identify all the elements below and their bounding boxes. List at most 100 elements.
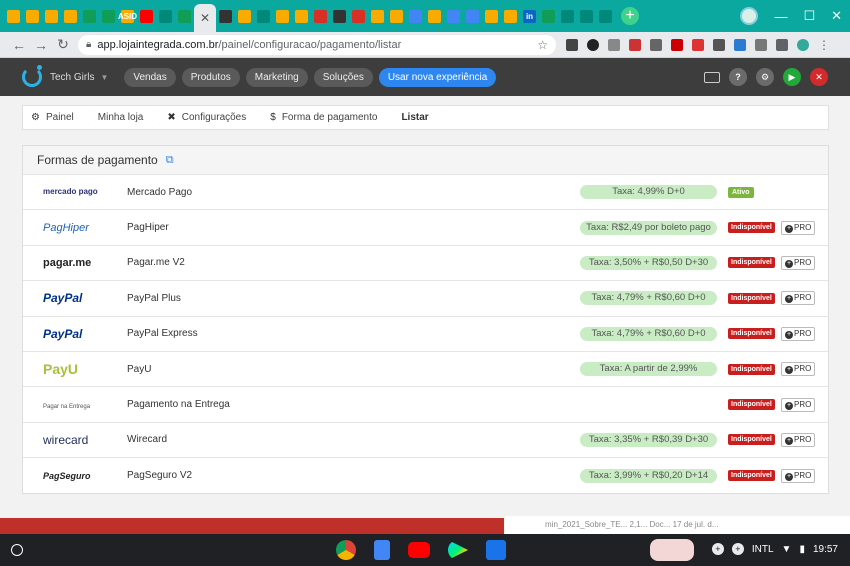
more-menu-icon[interactable]: ⋮ [818,38,830,52]
lock-icon[interactable]: 🔒︎ [86,39,91,50]
pro-button[interactable]: + PRO [781,326,816,341]
browser-tab[interactable] [406,4,425,28]
payment-method-name[interactable]: PayU [127,364,151,375]
browser-tab[interactable] [558,4,577,28]
payment-method-name[interactable]: Pagamento na Entrega [127,399,230,410]
payment-method-row[interactable]: PagHiper PagHiper Taxa: R$2,49 por boleto … [23,210,828,246]
youtube-icon[interactable] [408,542,430,558]
new-experience-button[interactable]: Usar nova experiência [378,67,497,87]
gmail-extension-icon[interactable] [566,38,578,51]
close-tab-icon[interactable]: ✕ [200,11,210,25]
breadcrumb-item[interactable]: $ Forma de pagamento [262,106,394,129]
browser-tab[interactable] [80,4,99,28]
pro-button[interactable]: + PRO [781,362,816,377]
menu-vendas[interactable]: Vendas [124,67,176,87]
breadcrumb-item[interactable]: ✖ Configurações [159,106,263,129]
pro-button[interactable]: + PRO [781,432,816,447]
extension-icon[interactable] [650,38,662,51]
browser-tab[interactable] [444,4,463,28]
browser-tab[interactable] [4,4,23,28]
menu-solucoes[interactable]: Soluções [313,67,373,87]
browser-tab[interactable] [311,4,330,28]
browser-tab[interactable] [463,4,482,28]
payment-method-row[interactable]: PayPal PayPal Plus Taxa: 4,79% + R$0,60 D+… [23,281,828,317]
browser-tab[interactable] [577,4,596,28]
extension-icon[interactable] [608,38,620,51]
browser-tab[interactable] [292,4,311,28]
menu-marketing[interactable]: Marketing [245,67,308,87]
browser-tab[interactable] [539,4,558,28]
payment-method-name[interactable]: Wirecard [127,434,167,445]
extension-icon[interactable] [692,38,704,51]
browser-tab[interactable] [235,4,254,28]
reload-icon[interactable]: ↻ [52,36,74,53]
extension-icon[interactable] [671,38,683,51]
menu-produtos[interactable]: Produtos [181,67,240,87]
payment-method-name[interactable]: Mercado Pago [127,187,192,198]
browser-tab[interactable] [501,4,520,28]
browser-tab[interactable] [156,4,175,28]
browser-tab[interactable] [368,4,387,28]
payment-method-row[interactable]: wirecard Wirecard Taxa: 3,35% + R$0,39 D+3… [23,423,828,459]
maximize-icon[interactable]: ☐ [803,8,815,24]
browser-tab[interactable] [387,4,406,28]
browser-tab[interactable] [23,4,42,28]
browser-tab[interactable] [61,4,80,28]
browser-tab[interactable] [349,4,368,28]
profile-icon[interactable] [797,38,809,51]
forward-icon[interactable]: → [30,37,52,53]
payment-method-row[interactable]: PayPal PayPal Express Taxa: 4,79% + R$0,60… [23,317,828,352]
breadcrumb-item[interactable]: Minha loja [90,106,160,129]
payment-method-name[interactable]: PagSeguro V2 [127,470,192,481]
play-store-icon[interactable] [448,540,468,560]
payment-method-row[interactable]: PayU PayU Taxa: A partir de 2,99% Indisponí… [23,352,828,388]
puzzle-icon[interactable] [776,38,788,51]
system-tray[interactable]: + + INTL ▼ ▮ 19:57 [711,543,838,555]
payment-method-name[interactable]: PagHiper [127,222,169,233]
browser-tab[interactable] [254,4,273,28]
add-icon[interactable]: + [711,543,724,555]
docs-icon[interactable] [374,540,390,560]
extension-icon[interactable] [629,38,641,51]
bookmark-star-icon[interactable]: ☆ [537,38,548,52]
payment-method-row[interactable]: pagar.me Pagar.me V2 Taxa: 3,50% + R$0,50 … [23,246,828,282]
browser-tab[interactable] [273,4,292,28]
browser-tab[interactable] [42,4,61,28]
pro-button[interactable]: + PRO [781,468,816,483]
chrome-icon[interactable] [336,540,356,560]
browser-tab[interactable] [175,4,194,28]
payment-method-name[interactable]: PayPal Plus [127,293,181,304]
back-icon[interactable]: ← [8,37,30,53]
payment-method-row[interactable]: Pagar na Entrega Pagamento na Entrega Indi… [23,387,828,423]
new-tab-button[interactable]: + [621,7,639,25]
browser-tab[interactable] [99,4,118,28]
browser-tab[interactable]: ✕ [194,4,216,32]
pro-button[interactable]: + PRO [781,220,816,235]
payment-method-name[interactable]: Pagar.me V2 [127,257,185,268]
browser-tab[interactable] [137,4,156,28]
minimize-icon[interactable]: — [774,9,787,24]
extension-icon[interactable] [755,38,767,51]
pro-button[interactable]: + PRO [781,255,816,270]
chevron-down-icon[interactable]: ▼ [100,73,108,82]
files-icon[interactable] [486,540,506,560]
profile-avatar[interactable] [740,7,759,25]
close-window-icon[interactable]: ✕ [831,8,842,24]
payment-method-name[interactable]: PayPal Express [127,328,198,339]
extension-icon[interactable] [713,38,725,51]
help-icon[interactable]: ? [729,68,747,86]
screen-icon[interactable] [704,71,720,83]
payment-method-row[interactable]: PagSeguro PagSeguro V2 Taxa: 3,99% + R$0,2… [23,458,828,493]
add-icon[interactable]: + [731,543,744,555]
pro-button[interactable]: + PRO [781,291,816,306]
browser-tab[interactable] [596,4,615,28]
store-name[interactable]: Tech Girls [50,72,94,83]
play-icon[interactable]: ▶ [783,68,801,86]
payment-method-row[interactable]: mercado pago Mercado Pago Taxa: 4,99% D+0 A… [23,175,828,211]
gear-icon[interactable]: ⚙ [756,68,774,86]
browser-tab[interactable] [482,4,501,28]
launcher-icon[interactable] [11,544,23,556]
pro-button[interactable]: + PRO [781,397,816,412]
external-link-icon[interactable]: ⧉ [166,154,174,167]
address-bar[interactable]: 🔒︎ app.lojaintegrada.com.br/painel/confi… [78,34,556,55]
